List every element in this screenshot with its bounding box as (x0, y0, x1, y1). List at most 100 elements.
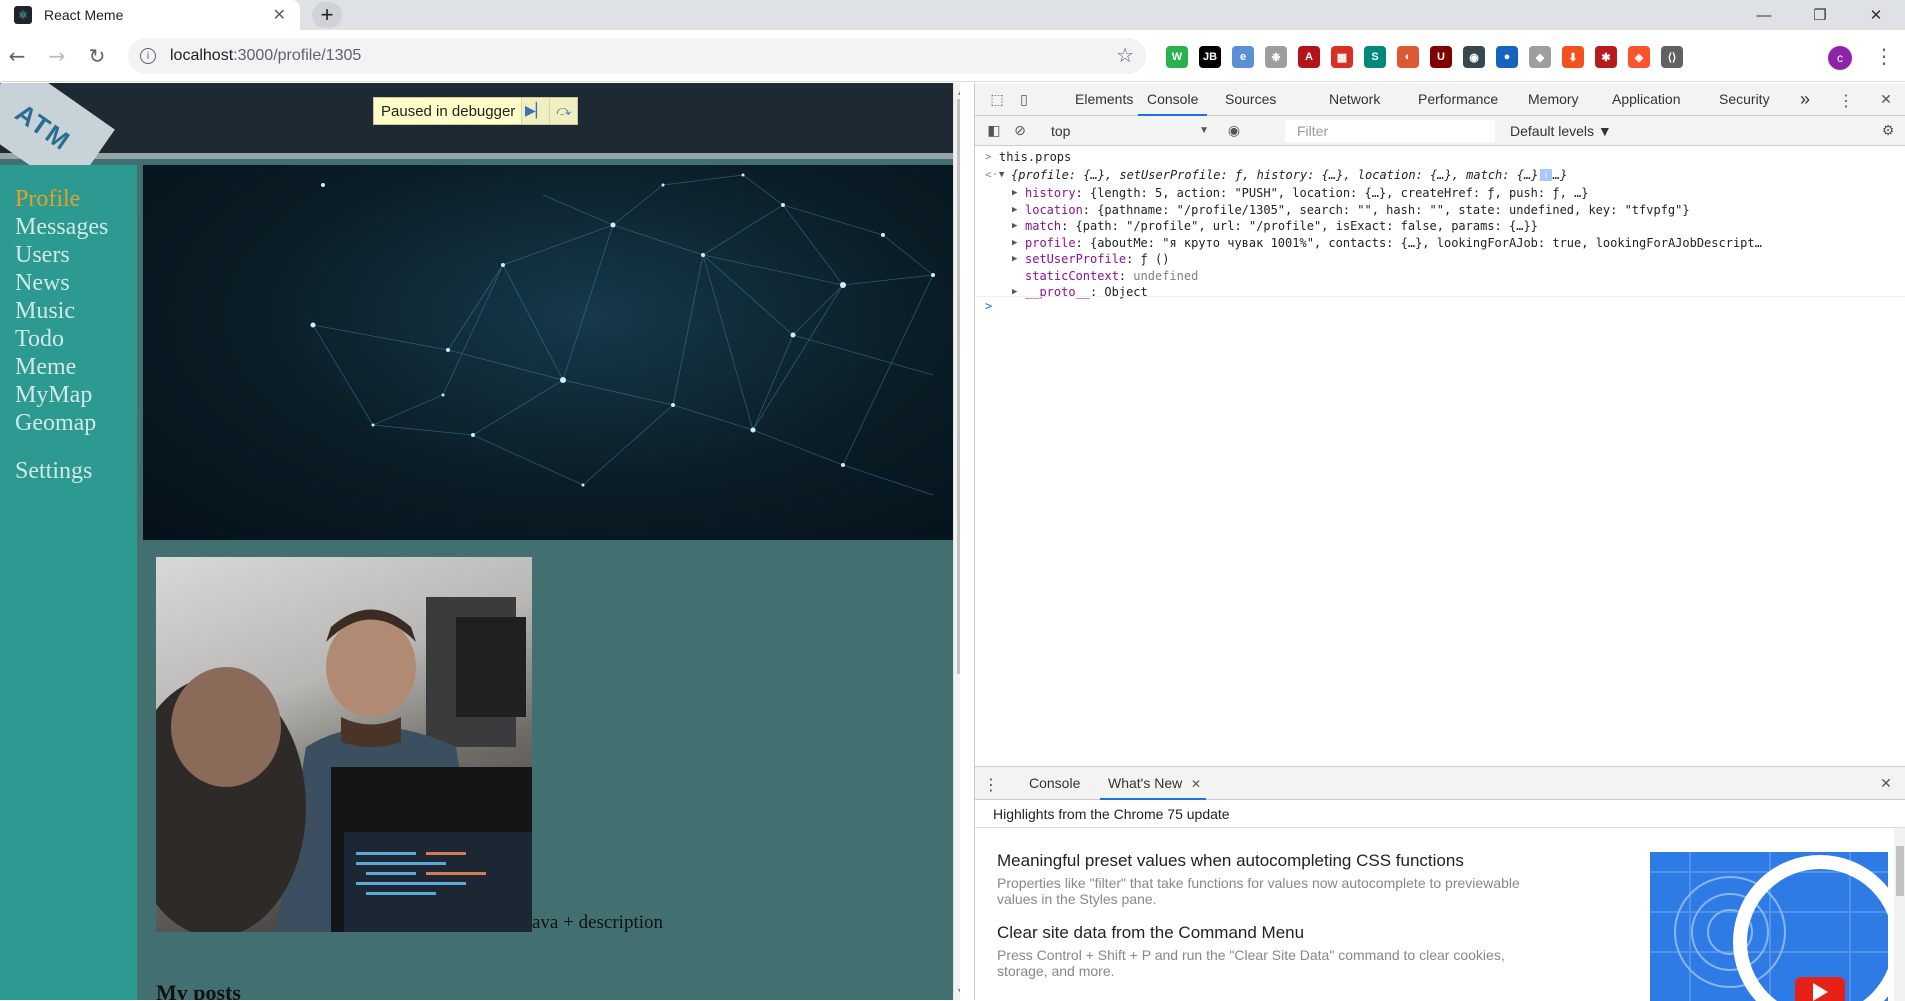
sidebar-item-settings[interactable]: Settings (15, 457, 137, 485)
drawer-tab-bar: ⋮ Console What's New ✕ ✕ (975, 767, 1905, 800)
jetbrains-extension-icon[interactable]: JB (1199, 46, 1221, 68)
close-window-icon[interactable]: ✕ (1848, 0, 1904, 30)
calendar-extension-icon[interactable]: ▦ (1331, 46, 1353, 68)
save-extension-icon[interactable]: ⬇ (1562, 46, 1584, 68)
sidebar-toggle-icon[interactable]: ◧ (985, 122, 1003, 140)
close-tab-icon[interactable]: ✕ (273, 5, 286, 25)
ublock-extension-icon[interactable]: U (1430, 46, 1452, 68)
close-devtools-icon[interactable]: ✕ (1877, 91, 1895, 109)
whats-new-item[interactable]: Clear site data from the Command Menu Pr… (997, 923, 1557, 979)
console-result-line[interactable]: <· ▼ {profile: {…}, setUserProfile: ƒ, h… (975, 166, 1905, 184)
tab-elements[interactable]: Elements (1075, 83, 1133, 116)
devtools-menu-icon[interactable]: ⋮ (1837, 91, 1855, 110)
ghostery-extension-icon[interactable]: ● (1496, 46, 1518, 68)
prop-key: location (1025, 202, 1083, 217)
console-prompt[interactable]: > (975, 296, 1905, 316)
drawer-menu-icon[interactable]: ⋮ (982, 775, 1000, 794)
drawer-scrollbar[interactable] (1894, 828, 1905, 1001)
scroll-down-icon[interactable]: ▼ (958, 987, 960, 996)
expand-triangle-icon[interactable]: ▶ (1012, 217, 1017, 235)
prop-value: undefined (1133, 268, 1199, 283)
browser-tab[interactable]: ⚛ React Meme ✕ (0, 0, 300, 30)
sidebar-item-music[interactable]: Music (15, 297, 137, 325)
inspect-element-icon[interactable]: ⬚ (988, 91, 1006, 109)
paused-label: Paused in debugger (381, 102, 516, 120)
back-icon[interactable]: ← (5, 44, 29, 68)
console-settings-gear-icon[interactable]: ⚙ (1879, 122, 1897, 140)
drawer-tab-console[interactable]: Console (1021, 767, 1088, 800)
sidebar-item-profile[interactable]: Profile (15, 185, 137, 213)
tab-application[interactable]: Application (1612, 83, 1681, 116)
devtools-panel: ⬚ ▯ Elements Console Sources Network Per… (974, 83, 1905, 1001)
fox-extension-icon[interactable]: ◆ (1529, 46, 1551, 68)
expand-triangle-icon[interactable]: ▶ (1012, 201, 1017, 219)
profile-avatar-photo (156, 557, 532, 932)
sidebar-item-mymap[interactable]: MyMap (15, 381, 137, 409)
tab-title: React Meme (44, 7, 124, 23)
tab-memory[interactable]: Memory (1528, 83, 1579, 116)
expand-triangle-icon[interactable]: ▼ (999, 166, 1004, 184)
s-extension-icon[interactable]: S (1364, 46, 1386, 68)
bug-extension-icon[interactable]: ✱ (1595, 46, 1617, 68)
wappalyzer-extension-icon[interactable]: W (1166, 46, 1188, 68)
scrollbar-thumb[interactable] (957, 99, 960, 674)
forward-icon[interactable]: → (45, 44, 69, 68)
profile-content: ava + description My posts (143, 540, 953, 1000)
tab-performance[interactable]: Performance (1418, 83, 1498, 116)
sidebar-item-users[interactable]: Users (15, 241, 137, 269)
console-filter-input[interactable]: Filter (1285, 120, 1495, 142)
device-toolbar-icon[interactable]: ▯ (1015, 91, 1033, 109)
console-toolbar: ◧ ⊘ top ▼ ◉ Filter Default levels ▼ ⚙ (975, 116, 1905, 146)
duckduckgo-extension-icon[interactable]: ◐ (1397, 46, 1419, 68)
new-tab-button[interactable]: + (312, 2, 342, 28)
site-info-icon[interactable]: i (140, 48, 156, 64)
console-prop-line[interactable]: ▶ setUserProfile: ƒ () (975, 250, 1905, 268)
minimize-icon[interactable]: — (1736, 0, 1792, 30)
profile-avatar[interactable]: c (1828, 46, 1852, 70)
close-whats-new-tab-icon[interactable]: ✕ (1187, 775, 1205, 793)
console-prop-line[interactable]: ▶ profile: {aboutMe: "я круто чувак 1001%"… (975, 234, 1905, 252)
console-prop-line[interactable]: ▶ location: {pathname: "/profile/1305", se… (975, 201, 1905, 219)
tab-security[interactable]: Security (1719, 83, 1770, 116)
console-prop-line[interactable]: ▶ history: {length: 5, action: "PUSH", loc… (975, 184, 1905, 202)
step-over-icon[interactable]: ⤼ (549, 98, 578, 124)
console-prop-line[interactable]: staticContext: undefined (975, 267, 1905, 285)
sidebar-item-todo[interactable]: Todo (15, 325, 137, 353)
edge-extension-icon[interactable]: e (1232, 46, 1254, 68)
sidebar-item-messages[interactable]: Messages (15, 213, 137, 241)
expand-triangle-icon[interactable]: ▶ (1012, 184, 1017, 202)
restore-icon[interactable]: ❐ (1792, 0, 1848, 30)
expand-triangle-icon[interactable]: ▶ (1012, 250, 1017, 268)
code-extension-icon[interactable]: ⟨⟩ (1661, 46, 1683, 68)
sidebar-item-geomap[interactable]: Geomap (15, 409, 137, 437)
brave-extension-icon[interactable]: ◈ (1628, 46, 1650, 68)
whats-new-item[interactable]: Meaningful preset values when autocomple… (997, 851, 1557, 907)
sidebar-item-meme[interactable]: Meme (15, 353, 137, 381)
close-drawer-icon[interactable]: ✕ (1877, 775, 1895, 793)
expand-triangle-icon[interactable]: ▶ (1012, 234, 1017, 252)
bookmark-star-icon[interactable]: ☆ (1116, 43, 1134, 67)
privacy-extension-icon[interactable]: ◉ (1463, 46, 1485, 68)
log-levels-dropdown[interactable]: Default levels ▼ (1510, 120, 1612, 142)
scroll-up-icon[interactable]: ▲ (958, 87, 960, 96)
tab-sources[interactable]: Sources (1225, 83, 1276, 116)
drawer-scrollbar-thumb[interactable] (1896, 846, 1904, 896)
reload-icon[interactable]: ↻ (85, 44, 109, 68)
chrome-menu-icon[interactable]: ⋮ (1874, 44, 1894, 68)
console-prop-line[interactable]: ▶ match: {path: "/profile", url: "/profile… (975, 217, 1905, 235)
context-selector[interactable]: top ▼ (1045, 120, 1215, 142)
tab-network[interactable]: Network (1329, 83, 1380, 116)
pdf-extension-icon[interactable]: A (1298, 46, 1320, 68)
info-badge-icon[interactable]: i (1540, 169, 1552, 181)
sidebar-nav: Profile Messages Users News Music Todo M… (0, 165, 137, 1000)
sidebar-item-news[interactable]: News (15, 269, 137, 297)
tab-console[interactable]: Console (1138, 83, 1208, 116)
paw-extension-icon[interactable]: ❉ (1265, 46, 1287, 68)
page-scrollbar[interactable]: ▲ ▼ (953, 83, 960, 1000)
url-text[interactable]: localhost:3000/profile/1305 (170, 47, 361, 65)
more-tabs-icon[interactable]: » (1800, 83, 1810, 116)
resume-icon[interactable]: ▶▏ (521, 98, 550, 124)
live-expression-eye-icon[interactable]: ◉ (1225, 122, 1243, 140)
address-bar[interactable]: i localhost:3000/profile/1305 ☆ (128, 38, 1146, 74)
clear-console-icon[interactable]: ⊘ (1011, 122, 1029, 140)
